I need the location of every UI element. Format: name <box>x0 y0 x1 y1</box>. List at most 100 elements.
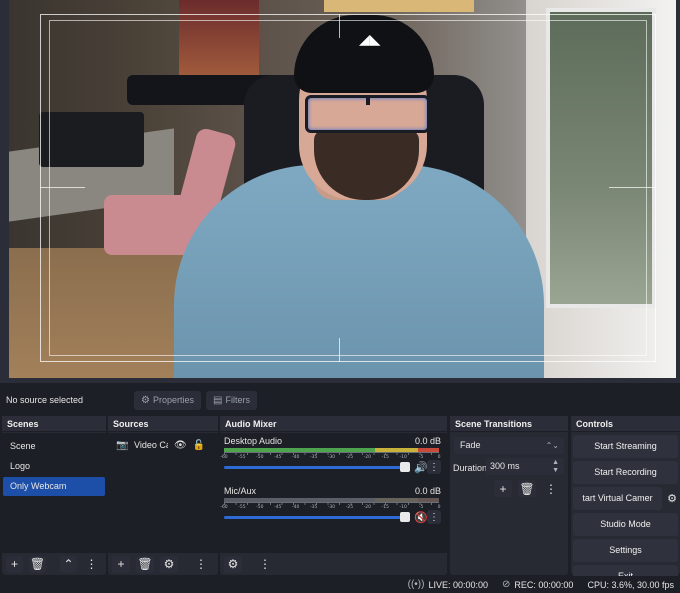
channel-name: Desktop Audio <box>224 436 283 446</box>
mixer-channel-desktop-audio: Desktop Audio 0.0 dB -60 -55 -50 -45 -40 -35 -… <box>220 433 443 483</box>
rec-timer: REC: 00:00:00 <box>514 579 574 590</box>
meter-tick-label: -55 <box>238 505 246 510</box>
transition-menu-button[interactable]: ⋮ <box>542 480 560 497</box>
add-source-button[interactable]: + <box>112 555 130 573</box>
source-properties-button[interactable]: ⚙ <box>160 555 178 573</box>
audio-mixer-toolbar: ⚙ ⋮ <box>220 553 447 575</box>
spin-arrows-icon: ▲ ▼ <box>552 459 559 474</box>
meter-tick-label: -5 <box>418 505 424 510</box>
meter-tick-label: -35 <box>309 455 318 460</box>
chevron-up-icon: ⌃ <box>63 557 74 571</box>
meter-tick-label: -55 <box>238 455 246 460</box>
transition-select[interactable]: Fade ⌃⌄ <box>454 437 564 454</box>
duration-label: Duration <box>453 463 488 473</box>
plus-icon: + <box>117 557 125 571</box>
remove-scene-button[interactable]: 🗑 <box>29 555 46 573</box>
meter-tick-label: -20 <box>363 505 372 510</box>
speaker-icon[interactable]: 🔊 <box>414 461 428 474</box>
camera-icon: 📷 <box>116 439 129 451</box>
more-vertical-icon: ⋮ <box>259 557 271 571</box>
meter-tick-label: -15 <box>381 505 389 510</box>
meter-tick-label: -10 <box>399 505 407 510</box>
scene-item-scene[interactable]: Scene <box>3 437 105 456</box>
volume-slider-handle[interactable] <box>400 462 410 472</box>
trash-icon: 🗑 <box>137 557 153 571</box>
volume-slider-handle[interactable] <box>400 512 410 522</box>
selection-status: No source selected <box>6 395 84 405</box>
properties-button[interactable]: ⚙ Properties <box>134 390 201 410</box>
mixer-channel-mic-aux: Mic/Aux 0.0 dB -60 -55 -50 -45 -40 -35 -30 -25 -… <box>220 483 443 533</box>
live-timer: LIVE: 00:00:00 <box>428 579 489 590</box>
meter-tick-label: -20 <box>363 455 372 460</box>
lock-icon[interactable]: 🔓 <box>193 440 205 451</box>
add-transition-button[interactable]: + <box>494 480 512 497</box>
meter-tick-label: -40 <box>291 505 300 510</box>
meter-tick-label: -10 <box>399 455 407 460</box>
trash-icon: 🗑 <box>519 481 535 496</box>
plus-icon: + <box>10 557 18 571</box>
meter-tick-label: -30 <box>327 505 336 510</box>
audio-mixer-dock: Audio Mixer Desktop Audio 0.0 dB -60 -55 -… <box>220 416 447 575</box>
settings-button[interactable]: Settings <box>573 539 678 562</box>
cpu-fps: CPU: 3.6%, 30.00 fps <box>587 579 674 590</box>
scenes-toolbar: + 🗑 ⌃ ⋮ <box>2 553 106 575</box>
sources-menu-button[interactable]: ⋮ <box>192 556 210 573</box>
record-icon: ⊘ <box>502 579 511 590</box>
channel-menu-button[interactable]: ⋮ <box>427 510 441 524</box>
source-item[interactable]: 📷 Video Cap 👁 🔓 <box>108 435 218 455</box>
more-vertical-icon: ⋮ <box>545 481 557 496</box>
meter-tick-label: -25 <box>345 505 354 510</box>
gear-icon: ⚙ <box>141 394 150 406</box>
volume-slider[interactable] <box>224 466 407 469</box>
meter-tick-label: -45 <box>274 455 282 460</box>
eye-icon[interactable]: 👁 <box>174 440 187 451</box>
sources-toolbar: + 🗑 ⚙ ⋮ <box>108 553 218 575</box>
sources-list: 📷 Video Cap 👁 🔓 <box>108 433 218 553</box>
scene-item-only-webcam[interactable]: Only Webcam <box>3 477 105 496</box>
gear-icon: ⚙ <box>163 557 175 571</box>
safe-area-inner <box>49 20 647 356</box>
scene-transitions-dock: Scene Transitions Fade ⌃⌄ Duration 300 m… <box>450 416 568 575</box>
more-vertical-icon: ⋮ <box>429 511 439 523</box>
gear-icon[interactable]: ⚙ <box>664 492 680 505</box>
transition-toolbar: + 🗑 ⋮ <box>494 480 566 497</box>
audio-mixer-body: Desktop Audio 0.0 dB -60 -55 -50 -45 -40 -35 -… <box>220 433 447 553</box>
broadcast-icon: ((•)) <box>407 579 425 590</box>
status-bar: ((•)) LIVE: 00:00:00 ⊘ REC: 00:00:00 CPU… <box>0 576 680 593</box>
mixer-menu-button[interactable]: ⋮ <box>256 556 274 573</box>
filter-icon: ▤ <box>213 394 223 406</box>
filters-button[interactable]: ▤ Filters <box>206 390 257 410</box>
remove-transition-button[interactable]: 🗑 <box>518 480 536 497</box>
meter-tick-label: -5 <box>418 455 424 460</box>
scene-transitions-title: Scene Transitions <box>450 416 568 432</box>
meter-tick-label: -60 <box>220 455 228 460</box>
more-vertical-icon: ⋮ <box>85 557 98 571</box>
remove-source-button[interactable]: 🗑 <box>136 555 154 573</box>
speaker-muted-icon[interactable]: 🔇 <box>414 511 428 524</box>
sources-dock: Sources 📷 Video Cap 👁 🔓 + 🗑 ⚙ ⋮ <box>108 416 218 575</box>
start-virtual-camera-button[interactable]: tart Virtual Camer <box>573 487 662 510</box>
audio-mixer-title: Audio Mixer <box>220 416 447 432</box>
move-scene-up-button[interactable]: ⌃ <box>60 555 77 573</box>
controls-dock: Controls Start Streaming Start Recording… <box>571 416 680 588</box>
more-vertical-icon: ⋮ <box>195 557 207 571</box>
scenes-title: Scenes <box>2 416 106 432</box>
duration-spinbox[interactable]: 300 ms ▲ ▼ <box>486 458 564 475</box>
start-streaming-button[interactable]: Start Streaming <box>573 435 678 458</box>
scenes-menu-button[interactable]: ⋮ <box>83 556 100 573</box>
volume-slider[interactable] <box>224 516 407 519</box>
add-scene-button[interactable]: + <box>6 555 23 573</box>
scenes-dock: Scenes Scene Logo Only Webcam + 🗑 ⌃ ⋮ <box>2 416 106 575</box>
channel-menu-button[interactable]: ⋮ <box>427 460 441 474</box>
meter-tick-label: -25 <box>345 455 354 460</box>
webcam-preview[interactable]: ◢◣ <box>9 0 676 378</box>
more-vertical-icon: ⋮ <box>429 461 439 473</box>
meter-tick-label: -60 <box>220 505 228 510</box>
studio-mode-button[interactable]: Studio Mode <box>573 513 678 536</box>
scene-item-logo[interactable]: Logo <box>3 457 105 476</box>
meter-tick-label: -40 <box>291 455 300 460</box>
start-recording-button[interactable]: Start Recording <box>573 461 678 484</box>
gears-icon: ⚙ <box>227 557 239 571</box>
meter-tick-label: -50 <box>256 505 264 510</box>
advanced-audio-button[interactable]: ⚙ <box>224 555 242 573</box>
